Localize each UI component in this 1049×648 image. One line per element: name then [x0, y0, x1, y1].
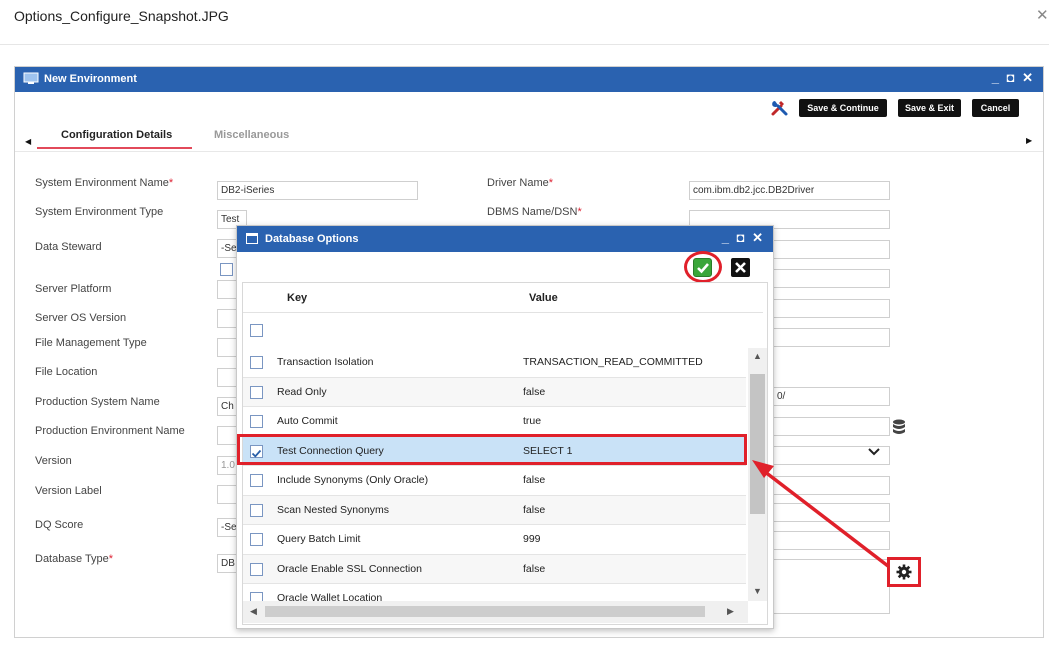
label-version: Version — [35, 455, 72, 467]
label-system-environment-type: System Environment Type — [35, 206, 164, 218]
label-file-location: File Location — [35, 366, 98, 378]
save-continue-button[interactable]: Save & Continue — [799, 99, 887, 117]
image-filename: Options_Configure_Snapshot.JPG — [14, 8, 229, 24]
viewer-close-icon[interactable]: ✕ — [1036, 6, 1049, 24]
dialog-controls[interactable]: _ ◘ ✕ — [722, 230, 765, 246]
table-row[interactable]: Include Synonyms (Only Oracle) false — [243, 466, 746, 496]
close-icon — [735, 262, 746, 273]
row-checkbox[interactable] — [250, 562, 263, 576]
row-checkbox[interactable] — [250, 385, 263, 399]
label-dbms-name: DBMS Name/DSN* — [487, 206, 582, 218]
row-key: Transaction Isolation — [277, 356, 374, 368]
label-dq-score: DQ Score — [35, 519, 84, 531]
scroll-up-icon[interactable]: ▲ — [753, 351, 762, 361]
label-server-os-version: Server OS Version — [35, 312, 127, 324]
table-row[interactable]: Scan Nested Synonyms false — [243, 495, 746, 525]
row-value[interactable]: 999 — [523, 533, 541, 545]
label-driver-name: Driver Name* — [487, 177, 554, 189]
tab-divider — [15, 151, 1043, 152]
label-production-environment-name: Production Environment Name — [35, 425, 185, 437]
row-value[interactable]: false — [523, 386, 545, 398]
tools-icon[interactable] — [770, 98, 790, 118]
save-exit-button[interactable]: Save & Exit — [898, 99, 961, 117]
tab-miscellaneous[interactable]: Miscellaneous — [214, 129, 289, 141]
row-checkbox[interactable] — [250, 356, 263, 369]
database-icon[interactable] — [892, 419, 906, 437]
table-row[interactable]: Transaction Isolation TRANSACTION_READ_CO… — [243, 348, 746, 378]
scroll-right-icon[interactable]: ▶ — [727, 606, 734, 617]
check-icon — [697, 263, 709, 274]
label-database-type: Database Type* — [35, 553, 114, 565]
viewer-divider — [0, 44, 1049, 45]
tab-scroll-left-icon[interactable]: ◀ — [25, 137, 31, 146]
horizontal-scroll-thumb[interactable] — [265, 606, 705, 617]
row-value[interactable]: false — [523, 563, 545, 575]
row-key: Read Only — [277, 385, 327, 398]
database-options-dialog: Database Options _ ◘ ✕ Key Value Transac… — [236, 225, 774, 629]
cancel-button[interactable]: Cancel — [972, 99, 1019, 117]
row-checkbox[interactable] — [250, 533, 263, 546]
window-title: New Environment — [44, 73, 137, 85]
row-key: Query Batch Limit — [277, 533, 361, 545]
window-controls[interactable]: _ ◘ ✕ — [992, 70, 1035, 86]
database-options-gear-button[interactable] — [887, 557, 921, 587]
row-key: Scan Nested Synonyms — [277, 503, 390, 516]
tab-scroll-right-icon[interactable]: ▶ — [1026, 136, 1032, 145]
row-value[interactable]: true — [523, 415, 541, 427]
label-version-label: Version Label — [35, 485, 102, 497]
driver-name-input[interactable]: com.ibm.db2.jcc.DB2Driver — [689, 181, 890, 200]
window-titlebar: New Environment _ ◘ ✕ — [15, 67, 1043, 92]
label-server-platform: Server Platform — [35, 283, 112, 295]
table-row[interactable]: Read Only false — [243, 377, 746, 407]
grid-header: Key Value — [243, 283, 763, 313]
label-production-system-name: Production System Name — [35, 396, 160, 408]
table-row[interactable]: Query Batch Limit 999 — [243, 525, 746, 555]
column-header-key[interactable]: Key — [287, 292, 307, 304]
scroll-left-icon[interactable]: ◀ — [250, 606, 257, 617]
system-environment-name-input[interactable]: DB2-iSeries — [217, 181, 418, 200]
dialog-titlebar: Database Options _ ◘ ✕ — [237, 226, 773, 252]
selected-row-highlight — [237, 434, 747, 465]
row-key: Oracle Enable SSL Connection — [277, 562, 422, 575]
vertical-scroll-thumb[interactable] — [750, 374, 765, 514]
row-key: Include Synonyms (Only Oracle) — [277, 474, 429, 486]
active-tab-indicator — [37, 147, 192, 149]
left-checkbox[interactable] — [220, 263, 233, 276]
close-dialog-button[interactable] — [731, 258, 750, 277]
table-row[interactable]: Auto Commit true — [243, 407, 746, 437]
select-all-checkbox[interactable] — [250, 324, 263, 337]
row-checkbox[interactable] — [250, 474, 263, 487]
scroll-down-icon[interactable]: ▼ — [753, 586, 762, 596]
row-value[interactable]: TRANSACTION_READ_COMMITTED — [523, 356, 703, 368]
row-value[interactable]: false — [523, 474, 545, 486]
column-header-value[interactable]: Value — [529, 292, 558, 304]
dialog-title: Database Options — [265, 233, 359, 245]
horizontal-scrollbar[interactable]: ◀ ▶ — [243, 601, 748, 623]
label-system-environment-name: System Environment Name* — [35, 177, 174, 189]
row-checkbox[interactable] — [250, 503, 263, 517]
label-file-management-type: File Management Type — [35, 337, 147, 349]
table-row[interactable]: Oracle Enable SSL Connection false — [243, 554, 746, 584]
row-key: Auto Commit — [277, 415, 338, 427]
row-value[interactable]: false — [523, 504, 545, 516]
chevron-down-icon[interactable] — [867, 447, 881, 457]
confirm-button[interactable] — [693, 258, 712, 277]
gear-icon — [896, 564, 912, 580]
monitor-icon — [23, 72, 39, 84]
row-checkbox[interactable] — [250, 415, 263, 428]
window-icon — [246, 233, 258, 244]
label-data-steward: Data Steward — [35, 241, 102, 253]
vertical-scrollbar[interactable]: ▲ ▼ — [748, 348, 767, 601]
tab-configuration-details[interactable]: Configuration Details — [61, 129, 172, 141]
